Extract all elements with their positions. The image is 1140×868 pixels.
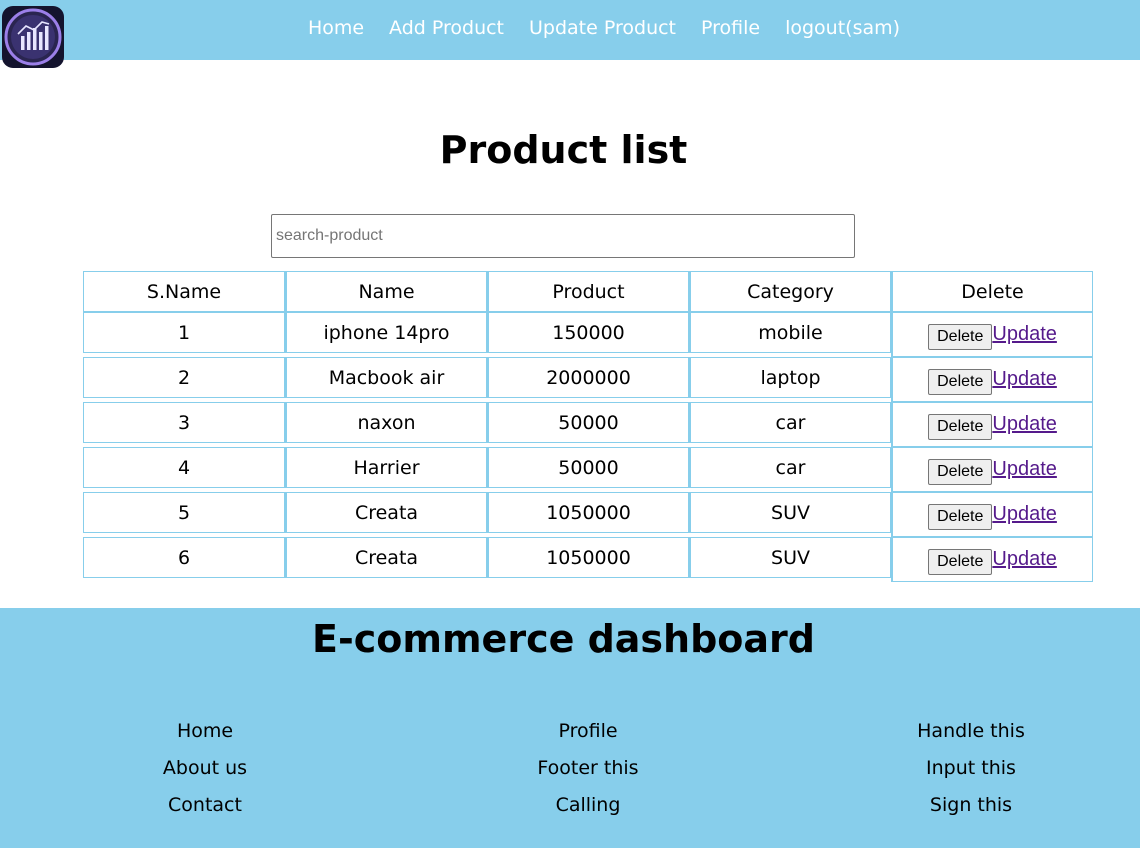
row-serial-cell: 1 <box>83 312 285 353</box>
top-navbar: Home Add Product Update Product Profile … <box>0 0 1140 60</box>
nav-update-product-link[interactable]: Update Product <box>529 17 676 39</box>
table-header-row: S.Name Name Product Category Delete <box>83 271 1093 312</box>
row-product-cell: 1050000 <box>487 537 689 578</box>
row-product-cell: 50000 <box>487 447 689 488</box>
row-action-cell: Delete Update <box>891 312 1093 357</box>
row-serial-cell: 2 <box>83 357 285 398</box>
row-serial-cell: 6 <box>83 537 285 578</box>
footer-calling-link[interactable]: Calling <box>438 782 738 829</box>
table-row: 5 Creata 1050000 SUV Delete Update <box>83 492 1093 537</box>
delete-button[interactable]: Delete <box>928 323 993 350</box>
row-category-cell: SUV <box>689 537 891 578</box>
search-product-input[interactable] <box>271 214 855 258</box>
footer-sign-this-link[interactable]: Sign this <box>821 782 1121 829</box>
page-title: Product list <box>439 128 688 172</box>
row-product-cell: 1050000 <box>487 492 689 533</box>
row-serial-cell: 3 <box>83 402 285 443</box>
nav-profile-link[interactable]: Profile <box>701 17 760 39</box>
footer-column-3: Handle this Input this Sign this <box>821 708 1121 829</box>
row-category-cell: car <box>689 402 891 443</box>
table-row: 3 naxon 50000 car Delete Update <box>83 402 1093 447</box>
nav-links: Home Add Product Update Product Profile … <box>0 0 1140 56</box>
nav-logout-link[interactable]: logout(sam) <box>785 17 900 39</box>
delete-button[interactable]: Delete <box>928 413 993 440</box>
row-product-cell: 2000000 <box>487 357 689 398</box>
row-action-cell: Delete Update <box>891 492 1093 537</box>
update-link[interactable]: Update <box>992 413 1057 436</box>
footer-column-2: Profile Footer this Calling <box>438 708 738 829</box>
update-link[interactable]: Update <box>992 368 1057 391</box>
column-header-sname: S.Name <box>83 271 285 312</box>
table-row: 6 Creata 1050000 SUV Delete Update <box>83 537 1093 582</box>
product-table: S.Name Name Product Category Delete 1 ip… <box>83 271 1093 582</box>
update-link[interactable]: Update <box>992 458 1057 481</box>
table-row: 2 Macbook air 2000000 laptop Delete Upda… <box>83 357 1093 402</box>
row-serial-cell: 5 <box>83 492 285 533</box>
update-link[interactable]: Update <box>992 548 1057 571</box>
row-action-cell: Delete Update <box>891 357 1093 402</box>
row-category-cell: SUV <box>689 492 891 533</box>
column-header-category: Category <box>689 271 891 312</box>
delete-button[interactable]: Delete <box>928 548 993 575</box>
row-name-cell: Macbook air <box>285 357 487 398</box>
row-action-cell: Delete Update <box>891 402 1093 447</box>
row-category-cell: mobile <box>689 312 891 353</box>
row-name-cell: naxon <box>285 402 487 443</box>
analytics-chart-icon <box>4 8 62 66</box>
footer-column-1: Home About us Contact <box>55 708 355 829</box>
row-category-cell: car <box>689 447 891 488</box>
row-name-cell: Creata <box>285 537 487 578</box>
footer-title: E-commerce dashboard <box>312 617 815 661</box>
delete-button[interactable]: Delete <box>928 458 993 485</box>
column-header-product: Product <box>487 271 689 312</box>
table-row: 1 iphone 14pro 150000 mobile Delete Upda… <box>83 312 1093 357</box>
row-category-cell: laptop <box>689 357 891 398</box>
column-header-delete: Delete <box>891 271 1093 312</box>
row-action-cell: Delete Update <box>891 447 1093 492</box>
app-logo[interactable] <box>2 6 64 68</box>
row-serial-cell: 4 <box>83 447 285 488</box>
row-name-cell: Creata <box>285 492 487 533</box>
delete-button[interactable]: Delete <box>928 503 993 530</box>
update-link[interactable]: Update <box>992 323 1057 346</box>
row-product-cell: 50000 <box>487 402 689 443</box>
column-header-name: Name <box>285 271 487 312</box>
update-link[interactable]: Update <box>992 503 1057 526</box>
table-row: 4 Harrier 50000 car Delete Update <box>83 447 1093 492</box>
nav-home-link[interactable]: Home <box>308 17 364 39</box>
footer-contact-link[interactable]: Contact <box>55 782 355 829</box>
footer: E-commerce dashboard Home About us Conta… <box>0 608 1140 848</box>
row-name-cell: Harrier <box>285 447 487 488</box>
nav-add-product-link[interactable]: Add Product <box>389 17 504 39</box>
row-name-cell: iphone 14pro <box>285 312 487 353</box>
row-product-cell: 150000 <box>487 312 689 353</box>
delete-button[interactable]: Delete <box>928 368 993 395</box>
row-action-cell: Delete Update <box>891 537 1093 582</box>
